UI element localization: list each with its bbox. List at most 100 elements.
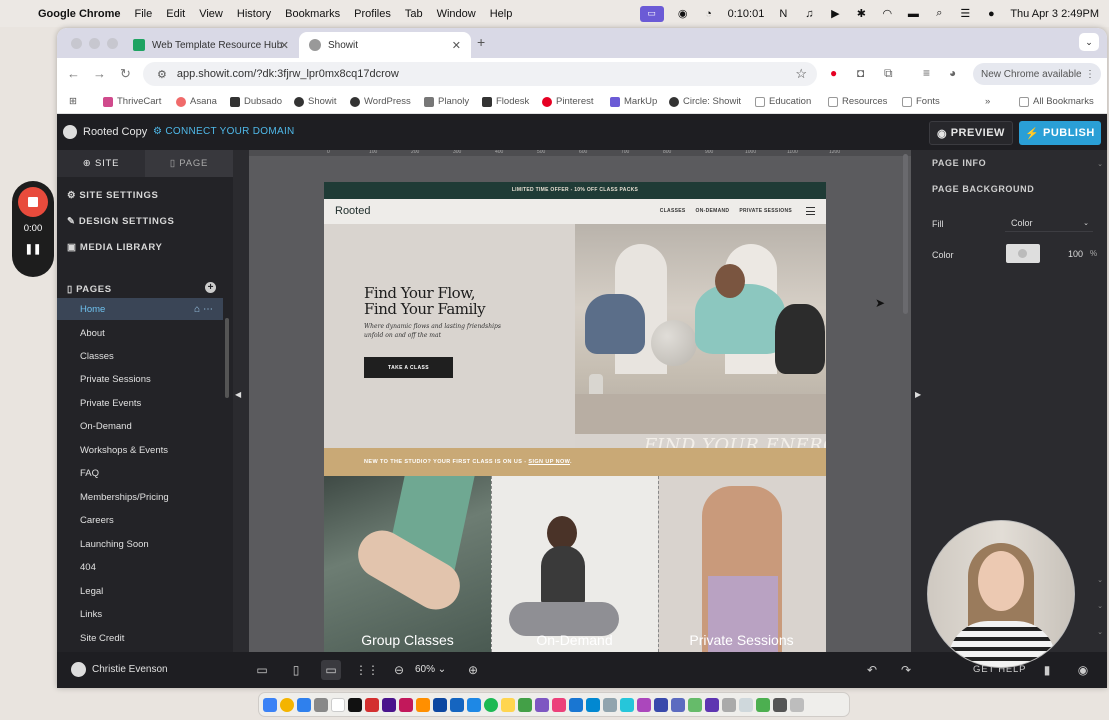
design-settings-link[interactable]: ✎ DESIGN SETTINGS [67, 216, 174, 227]
back-icon[interactable]: ← [67, 66, 80, 81]
page-item-on-demand[interactable]: On-Demand [57, 415, 223, 437]
downloads-icon[interactable] [773, 697, 787, 712]
menu-tab[interactable]: Tab [405, 8, 423, 20]
screen-record-icon[interactable]: ▭ [639, 5, 664, 22]
menu-window[interactable]: Window [437, 8, 476, 20]
zoom-select[interactable]: 60% ⌄ [415, 664, 446, 675]
finder-icon[interactable] [263, 697, 277, 712]
illustrator-icon[interactable] [416, 697, 430, 712]
tab-search-button[interactable]: ⌄ [1079, 33, 1099, 51]
pinterest-extension-icon[interactable]: ● [830, 66, 837, 80]
spotify-icon[interactable] [484, 697, 498, 712]
menu-file[interactable]: File [135, 8, 153, 20]
wifi-icon[interactable]: ◠ [880, 7, 894, 21]
minimize-window-button[interactable] [89, 38, 100, 49]
control-center-icon[interactable]: ☰ [958, 7, 972, 21]
all-bookmarks[interactable]: All Bookmarks [1019, 96, 1094, 107]
undo-icon[interactable]: ↶ [862, 660, 882, 680]
grid-icon[interactable]: ⋮⋮ [355, 660, 379, 680]
app-icon[interactable] [603, 697, 617, 712]
zoom-app-icon[interactable] [569, 697, 583, 712]
page-item-private-sessions[interactable]: Private Sessions [57, 368, 223, 390]
apps-grid-icon[interactable]: ⊞ [69, 96, 77, 107]
bluetooth-icon[interactable]: ✱ [854, 7, 868, 21]
bookmark-star-icon[interactable]: ☆ [795, 66, 807, 82]
design-canvas[interactable]: 0 100 200 300 400 500 600 700 800 900 10… [249, 150, 911, 652]
tab-web-template[interactable]: Web Template Resource Hub ✕ [123, 32, 299, 58]
mobile-view-icon[interactable]: ▯ [286, 660, 306, 680]
address-bar[interactable]: ⚙ app.showit.com/?dk:3fjrw_lpr0mx8cq17dc… [143, 62, 817, 86]
headphones-icon[interactable]: ♫ [802, 7, 816, 21]
menu-history[interactable]: History [237, 8, 271, 20]
messages-icon[interactable] [518, 697, 532, 712]
search-icon[interactable]: ⌕ [932, 7, 946, 21]
app-icon[interactable] [688, 697, 702, 712]
site-preview[interactable]: LIMITED TIME OFFER - 10% OFF CLASS PACKS… [324, 182, 826, 652]
menu-profiles[interactable]: Profiles [354, 8, 391, 20]
calendar-icon[interactable] [331, 697, 345, 712]
chevron-down-icon[interactable]: ⌄ [1097, 602, 1103, 610]
bookmark-planoly[interactable]: Planoly [424, 96, 469, 107]
card-group-classes[interactable]: Group Classes [324, 476, 491, 652]
color-swatch[interactable] [1006, 244, 1040, 263]
menu-bookmarks[interactable]: Bookmarks [285, 8, 340, 20]
facetime-icon[interactable] [756, 697, 770, 712]
page-item-memberships[interactable]: Memberships/Pricing [57, 486, 223, 508]
zoom-icon[interactable]: ◉ [676, 7, 690, 21]
settings-icon[interactable] [314, 697, 328, 712]
preview-app-icon[interactable] [739, 697, 753, 712]
page-item-about[interactable]: About [57, 322, 223, 344]
site-nav-private-sessions[interactable]: PRIVATE SESSIONS [739, 208, 792, 214]
publish-button[interactable]: ⚡ PUBLISH [1019, 121, 1101, 145]
indesign-icon[interactable] [399, 697, 413, 712]
user-avatar-icon[interactable] [71, 662, 86, 677]
tab-site[interactable]: ⊕ SITE [57, 150, 145, 177]
bookmark-dubsado[interactable]: Dubsado [230, 96, 282, 107]
menu-view[interactable]: View [199, 8, 223, 20]
media-library-link[interactable]: ▣ MEDIA LIBRARY [67, 242, 162, 253]
reload-icon[interactable]: ↻ [120, 66, 131, 82]
telegram-icon[interactable] [620, 697, 634, 712]
card-on-demand[interactable]: On-Demand [491, 476, 658, 652]
page-item-launching-soon[interactable]: Launching Soon [57, 533, 223, 555]
more-icon[interactable]: ⋮ [1085, 69, 1095, 80]
bookmark-markup[interactable]: MarkUp [610, 96, 657, 107]
profile-avatar-icon[interactable]: ◕ [949, 66, 956, 80]
bookmark-thrivecart[interactable]: ThriveCart [103, 96, 161, 107]
app-icon[interactable] [722, 697, 736, 712]
podcasts-icon[interactable] [637, 697, 651, 712]
site-settings-link[interactable]: ⚙ SITE SETTINGS [67, 190, 158, 201]
page-item-faq[interactable]: FAQ [57, 462, 223, 484]
stop-record-button[interactable] [18, 187, 48, 217]
forward-icon[interactable]: → [93, 66, 106, 81]
new-tab-button[interactable]: + [477, 34, 485, 50]
zoom-in-icon[interactable]: ⊕ [463, 660, 483, 680]
reading-list-icon[interactable]: ≡ [923, 66, 930, 80]
desktop-view-icon[interactable]: ▭ [321, 660, 341, 680]
bookmark-folder-education[interactable]: Education [755, 96, 811, 107]
play-icon[interactable]: ▶ [828, 7, 842, 21]
zoom-out-icon[interactable]: ⊖ [389, 660, 409, 680]
more-bookmarks-icon[interactable]: » [985, 96, 990, 107]
page-item-links[interactable]: Links [57, 603, 223, 625]
site-nav-on-demand[interactable]: ON-DEMAND [696, 208, 730, 214]
page-info-section[interactable]: PAGE INFO [932, 158, 986, 168]
page-item-workshops[interactable]: Workshops & Events [57, 439, 223, 461]
bookmark-folder-fonts[interactable]: Fonts [902, 96, 940, 107]
chevron-down-icon[interactable]: ⌄ [1097, 576, 1103, 584]
fill-select[interactable]: Color ⌄ [1005, 214, 1093, 232]
bookmark-asana[interactable]: Asana [176, 96, 217, 107]
extensions-icon[interactable]: ⧉ [884, 66, 893, 81]
tab-showit[interactable]: Showit ✕ [299, 32, 471, 58]
page-item-careers[interactable]: Careers [57, 509, 223, 531]
camera-extension-icon[interactable]: ◘ [857, 66, 864, 80]
new-chrome-available-button[interactable]: New Chrome available ⋮ [973, 63, 1101, 85]
site-info-icon[interactable]: ⚙ [157, 68, 167, 81]
bookmark-wordpress[interactable]: WordPress [350, 96, 411, 107]
siri-icon[interactable]: ● [984, 7, 998, 21]
bookmark-flodesk[interactable]: Flodesk [482, 96, 529, 107]
chat-icon[interactable]: ◉ [1073, 660, 1093, 680]
teams-icon[interactable] [705, 697, 719, 712]
chrome-icon[interactable] [280, 697, 294, 712]
bookmark-circle-showit[interactable]: Circle: Showit [669, 96, 741, 107]
